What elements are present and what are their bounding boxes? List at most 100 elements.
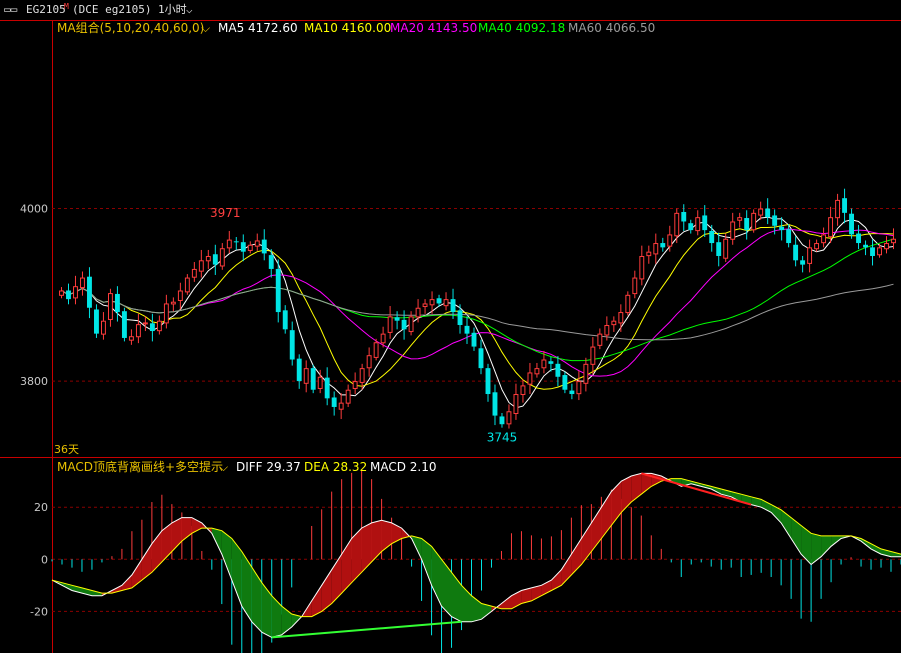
candle-body-up (758, 208, 764, 216)
candle-body-down (87, 276, 92, 308)
chevron-down-icon[interactable]: ⌵ (186, 0, 193, 20)
candle-body-down (121, 311, 127, 338)
macd-fill-band (791, 517, 802, 555)
candle-body-down (310, 368, 316, 390)
candle-body-down (478, 348, 484, 369)
candle-body-up (80, 277, 85, 289)
candle-body-up (646, 251, 652, 257)
candle-body-up (100, 320, 106, 335)
main-contract-marker: M (64, 2, 69, 11)
candle-body-down (212, 254, 218, 265)
candle-body-up (163, 303, 169, 324)
candle-body-up (205, 255, 211, 262)
candle-body-up (541, 359, 547, 369)
ma-group-selector[interactable]: MA组合(5,10,20,40,60,0) (57, 20, 204, 36)
candle-body-down (870, 247, 875, 256)
low-price-label: 3745 (487, 430, 518, 444)
candle-body-down (555, 363, 561, 377)
candle-body-up (219, 248, 225, 267)
candle-body-up (415, 307, 421, 318)
macd-histogram (51, 470, 901, 653)
candle-body-up (380, 333, 386, 344)
candle-body-down (324, 377, 330, 399)
candle-body-up (352, 381, 358, 389)
candle-body-down (394, 317, 400, 321)
candle-body-up (814, 243, 820, 250)
top-divergence-line (641, 472, 752, 506)
macd-fill-band (241, 551, 252, 622)
candle-body-up (520, 385, 526, 396)
candle-body-up (247, 244, 253, 251)
candle-body-down (786, 229, 792, 244)
candle-body-up (667, 234, 673, 247)
candle-body-down (492, 392, 498, 416)
candle-body-up (443, 299, 449, 307)
axis-labels: 4000 3800 20 0 -20 (20, 203, 48, 619)
candle-body-up (422, 303, 428, 308)
candle-body-down (261, 239, 267, 254)
chart-frame (0, 20, 901, 653)
candle-body-down (548, 361, 554, 364)
candle-body-up (59, 290, 64, 296)
candle-body-up (254, 240, 260, 247)
candle-body-up (506, 411, 512, 425)
candle-body-down (66, 290, 71, 300)
candle-body-down (296, 358, 302, 382)
candle-body-up (107, 293, 113, 320)
candle-body-up (170, 301, 176, 305)
window-menu-icon[interactable]: ▭▭ (4, 0, 17, 20)
symbol-code[interactable]: EG2105 (26, 0, 66, 20)
candle-body-up (527, 372, 533, 385)
macd-fill-band (811, 533, 822, 565)
macd-fill-band (271, 595, 282, 638)
dea-line (51, 478, 901, 618)
candle-body-up (828, 217, 834, 238)
candle-body-down (793, 244, 799, 261)
candle-body-down (331, 397, 337, 407)
days-label: 36天 (54, 443, 79, 456)
candle-body-down (569, 390, 575, 395)
candle-body-down (863, 244, 868, 248)
candle-body-up (730, 221, 736, 240)
macd-indicator-selector[interactable]: MACD顶底背离画线+多空提示 (57, 459, 223, 475)
candle-body-down (709, 230, 715, 244)
candle-body-down (688, 223, 694, 231)
candle-body-down (275, 268, 281, 313)
macd-legend: MACD顶底背离画线+多空提示 ⌵ DIFF 29.37 DEA 28.32 M… (57, 459, 901, 475)
macd-tick-label: 0 (41, 553, 48, 566)
candle-body-up (142, 322, 148, 325)
candle-body-down (499, 416, 505, 425)
candle-body-up (877, 247, 882, 256)
macd-fill-band (381, 520, 392, 552)
candle-body-down (149, 323, 155, 332)
grid-lines (52, 208, 901, 612)
candle-body-down (485, 368, 491, 395)
macd-fill-band (761, 499, 772, 513)
macd-fill-band (431, 546, 442, 607)
candle-body-down (849, 213, 855, 235)
chart-canvas[interactable]: 4000 3800 20 0 -20 3971 3745 36天 (0, 0, 901, 653)
candle-body-up (625, 294, 631, 314)
candle-body-down (289, 330, 295, 360)
candle-body-down (842, 198, 848, 213)
candle-body-up (737, 217, 743, 221)
candle-body-up (807, 247, 813, 264)
candle-body-up (891, 238, 896, 244)
macd-tick-label: 20 (34, 501, 48, 514)
ma40-value: MA40 4092.18 (478, 21, 566, 35)
macd-fill-bands (52, 473, 901, 638)
chevron-down-icon[interactable]: ⌵ (201, 20, 210, 36)
candle-body-up (695, 217, 701, 232)
chevron-down-icon[interactable]: ⌵ (219, 459, 228, 475)
macd-fill-band (361, 522, 372, 573)
candle-body-down (772, 215, 778, 226)
candle-body-up (604, 325, 610, 336)
candle-body-down (800, 260, 806, 265)
candle-body-up (674, 212, 680, 237)
macd-fill-band (821, 535, 832, 557)
period-selector[interactable]: 1小时 (158, 0, 187, 20)
candle-body-up (303, 368, 309, 384)
diff-value: DIFF 29.37 (236, 460, 301, 474)
macd-tick-label: -20 (30, 605, 48, 618)
candle-body-up (345, 389, 351, 404)
